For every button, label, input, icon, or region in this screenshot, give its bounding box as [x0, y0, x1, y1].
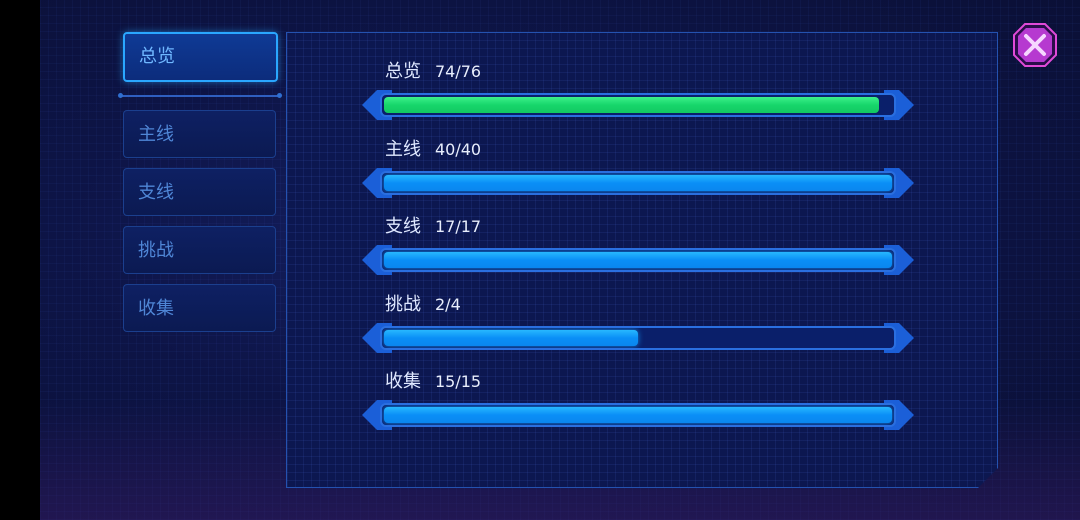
tab-divider	[118, 93, 282, 98]
close-icon	[1013, 23, 1057, 67]
progress-row-label: 主线 40/40	[385, 138, 481, 162]
progress-bar	[362, 90, 914, 120]
progress-name: 收集	[385, 371, 421, 392]
progress-row-label: 挑战 2/4	[385, 293, 461, 317]
tab-overview[interactable]: 总览	[123, 32, 278, 82]
tab-collection-label: 收集	[138, 298, 174, 319]
progress-row-label: 支线 17/17	[385, 215, 481, 239]
progress-fill	[384, 252, 892, 268]
progress-name: 挑战	[385, 294, 421, 315]
progress-name: 主线	[385, 139, 421, 160]
tab-main-quest-label: 主线	[138, 124, 174, 145]
tab-overview-label: 总览	[139, 46, 175, 67]
progress-bar	[362, 245, 914, 275]
progress-fill	[384, 175, 892, 191]
progress-count: 40/40	[435, 140, 482, 159]
progress-track	[380, 248, 896, 272]
tab-collection[interactable]: 收集	[123, 284, 276, 332]
tab-side-quest-label: 支线	[138, 182, 174, 203]
progress-fill	[384, 407, 892, 423]
progress-name: 支线	[385, 216, 421, 237]
progress-bar	[362, 400, 914, 430]
progress-track	[380, 171, 896, 195]
progress-count: 15/15	[435, 372, 482, 391]
progress-count: 2/4	[435, 295, 461, 314]
progress-track	[380, 326, 896, 350]
tab-challenge[interactable]: 挑战	[123, 226, 276, 274]
progress-row-label: 收集 15/15	[385, 370, 481, 394]
progress-bar	[362, 168, 914, 198]
progress-track	[380, 93, 896, 117]
progress-fill	[384, 330, 638, 346]
progress-track	[380, 403, 896, 427]
progress-bar	[362, 323, 914, 353]
progress-name: 总览	[385, 61, 421, 82]
tab-main-quest[interactable]: 主线	[123, 110, 276, 158]
close-button[interactable]	[1013, 23, 1057, 67]
progress-row-label: 总览 74/76	[385, 60, 481, 84]
tab-challenge-label: 挑战	[138, 240, 174, 261]
progress-count: 17/17	[435, 217, 482, 236]
progress-fill	[384, 97, 879, 113]
progress-count: 74/76	[435, 62, 482, 81]
tab-side-quest[interactable]: 支线	[123, 168, 276, 216]
